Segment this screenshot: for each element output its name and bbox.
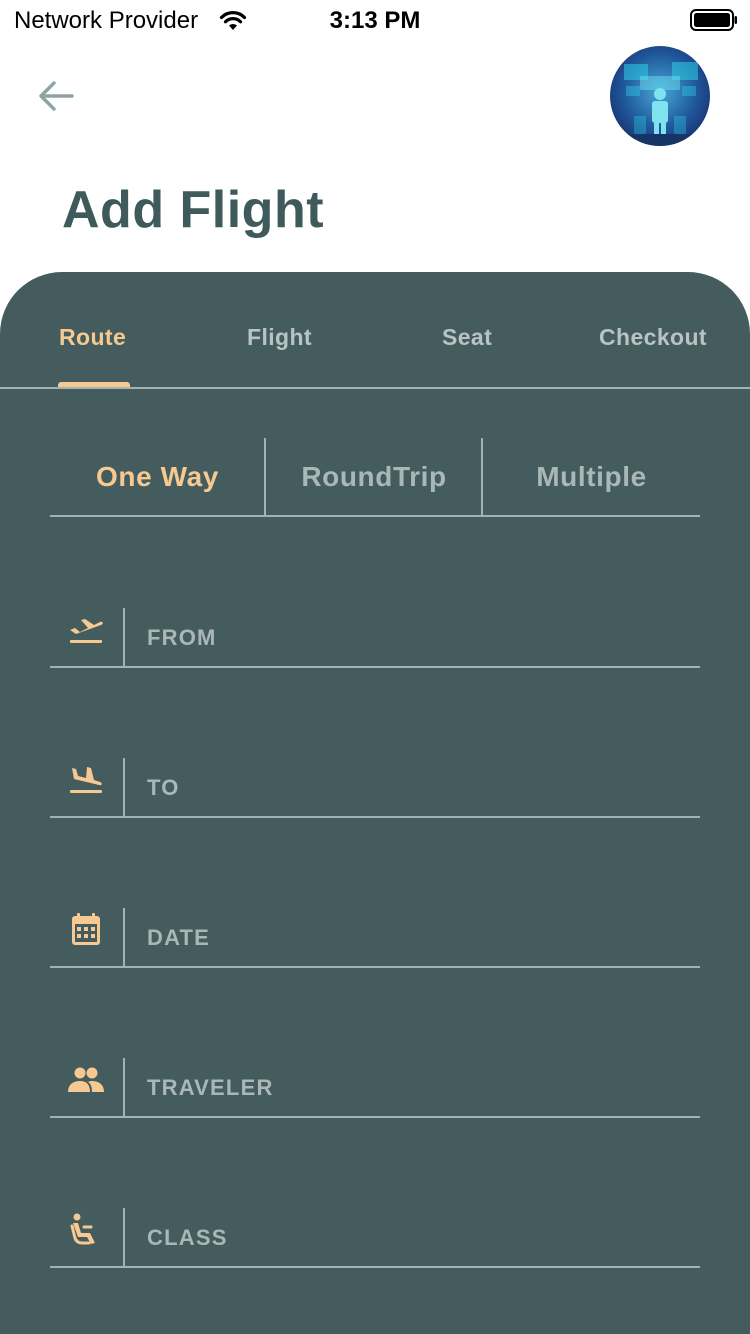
field-underline [50,966,700,968]
flight-land-icon [70,767,102,793]
page-title: Add Flight [62,181,325,239]
tab-flight[interactable]: Flight [247,324,312,351]
trip-type-multiple[interactable]: Multiple [483,438,700,516]
traveler-field[interactable]: TRAVELER [50,1058,700,1120]
back-button[interactable] [34,76,78,116]
from-field-label: FROM [147,625,217,650]
tab-checkout[interactable]: Checkout [599,324,707,351]
trip-type-selector: One Way RoundTrip Multiple [50,438,700,518]
calendar-icon [72,913,100,945]
avatar-image [610,46,710,146]
field-divider [123,908,125,968]
field-divider [123,608,125,668]
segment-underline [50,515,700,517]
field-divider [123,1058,125,1118]
people-icon [68,1067,104,1092]
tabs-divider [0,387,750,389]
traveler-field-label: TRAVELER [147,1075,274,1100]
field-underline [50,666,700,668]
field-underline [50,1116,700,1118]
to-field[interactable]: TO [50,758,700,820]
trip-type-one-way[interactable]: One Way [50,438,265,516]
trip-type-roundtrip[interactable]: RoundTrip [266,438,482,516]
date-field[interactable]: DATE [50,908,700,970]
arrow-left-icon [39,81,74,111]
status-bar: Network Provider 3:13 PM [0,0,750,40]
avatar[interactable] [610,46,710,146]
step-tabs: Route Flight Seat Checkout [0,272,750,389]
to-field-label: TO [147,775,180,800]
tab-seat[interactable]: Seat [442,324,492,351]
field-divider [123,1208,125,1268]
seat-icon [70,1213,95,1245]
flight-takeoff-icon [70,619,103,643]
booking-panel: Route Flight Seat Checkout One Way Round… [0,272,750,1334]
class-field-label: CLASS [147,1225,228,1250]
class-field[interactable]: CLASS [50,1208,700,1270]
tab-route[interactable]: Route [59,324,126,351]
field-divider [123,758,125,818]
date-field-label: DATE [147,925,211,950]
status-time: 3:13 PM [329,7,421,34]
from-field[interactable]: FROM [50,608,700,670]
battery-icon [690,9,737,31]
field-underline [50,1266,700,1268]
field-underline [50,816,700,818]
